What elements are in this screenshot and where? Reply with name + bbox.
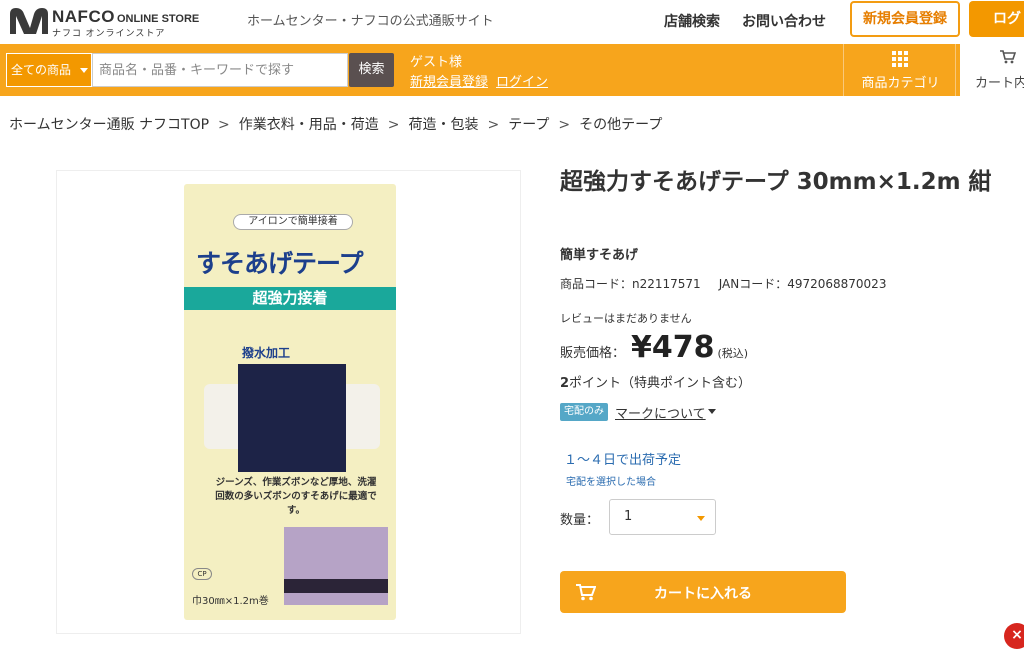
- mark-info-link[interactable]: マークについて: [615, 403, 706, 422]
- nafco-logo[interactable]: NAFCO ONLINE STORE ナフコ オンラインストア: [8, 4, 218, 40]
- pack-description: ジーンズ、作業ズボンなど厚地、洗濯回数の多いズボンのすそあげに最適です。: [215, 477, 377, 516]
- logo-nafco: NAFCO: [52, 7, 115, 26]
- quantity-value: 1: [624, 509, 633, 524]
- breadcrumb-item-tape[interactable]: テープ: [508, 117, 549, 133]
- breadcrumb-separator: >: [558, 117, 571, 133]
- shipping-note: 宅配を選択した場合: [566, 477, 656, 488]
- search-input[interactable]: [92, 53, 348, 87]
- register-button[interactable]: 新規会員登録: [850, 1, 960, 37]
- breadcrumb-item-packing[interactable]: 荷造・包装: [409, 117, 479, 133]
- price-row: 販売価格： ¥478 (税込): [560, 330, 748, 365]
- breadcrumb: ホームセンター通販 ナフコTOP > 作業衣料・用品・荷造 > 荷造・包装 > テープ > その…: [9, 114, 662, 134]
- breadcrumb-separator: >: [387, 117, 400, 133]
- grid-icon: [892, 51, 908, 67]
- contact-link[interactable]: お問い合わせ: [742, 11, 826, 31]
- category-select[interactable]: 全ての商品: [6, 53, 92, 87]
- pack-side-left: [204, 384, 238, 449]
- cart-label: カート内: [975, 76, 1024, 91]
- product-codes: 商品コード：n22117571 JANコード：4972068870023: [560, 275, 886, 292]
- search-form: 全ての商品 検索: [6, 53, 394, 87]
- logo-kana: ナフコ オンラインストア: [52, 28, 166, 38]
- breadcrumb-item-other-tape[interactable]: その他テープ: [579, 117, 662, 133]
- price-label: 販売価格：: [560, 346, 626, 361]
- chevron-down-icon[interactable]: [708, 409, 716, 414]
- shipping-estimate: １～４日で出荷予定: [564, 453, 682, 468]
- product-image[interactable]: アイロンで簡単接着 すそあげテープ 超強力接着 撥水加工 ジーンズ、作業ズボンな…: [56, 170, 521, 634]
- pack-title: すそあげテープ: [196, 249, 364, 278]
- points-number: 2: [560, 376, 570, 391]
- tape-swatch: [238, 364, 346, 472]
- search-button[interactable]: 検索: [349, 53, 394, 87]
- login-link[interactable]: ログイン: [496, 75, 548, 90]
- guest-links: 新規会員登録 ログイン: [410, 71, 556, 90]
- store-search-link[interactable]: 店舗検索: [664, 11, 720, 31]
- add-to-cart-button[interactable]: カートに入れる: [560, 571, 846, 613]
- price-value: ¥478: [631, 330, 715, 365]
- nafco-logo-icon: [10, 8, 48, 34]
- pack-photo: [284, 527, 388, 605]
- site-tagline: ホームセンター・ナフコの公式通販サイト: [247, 14, 494, 29]
- review-status: レビューはまだありません: [560, 312, 692, 325]
- logo-text: NAFCO ONLINE STORE ナフコ オンラインストア: [52, 7, 199, 39]
- category-menu-label: 商品カテゴリ: [861, 76, 940, 91]
- points-info: 2ポイント（特典ポイント含む）: [560, 372, 751, 391]
- logo-online: ONLINE STORE: [116, 13, 200, 25]
- pack-water-label: 撥水加工: [242, 346, 291, 360]
- jan-code: JANコード：4972068870023: [718, 277, 887, 291]
- product-title: 超強力すそあげテープ 30mm×1.2m 紺: [560, 169, 992, 195]
- pack-band: 超強力接着: [184, 287, 396, 310]
- product-subtitle: 簡単すそあげ: [560, 248, 639, 263]
- category-menu-button[interactable]: 商品カテゴリ: [843, 44, 956, 96]
- cart-button[interactable]: カート内: [960, 44, 1024, 96]
- chevron-down-icon: [80, 68, 88, 73]
- pack-top-label: アイロンで簡単接着: [233, 214, 353, 230]
- pack-photo-strip: [284, 579, 388, 593]
- chevron-down-icon: [697, 516, 705, 521]
- breadcrumb-item-top[interactable]: ホームセンター通販 ナフコTOP: [9, 117, 209, 133]
- quantity-select[interactable]: 1: [609, 499, 716, 535]
- breadcrumb-separator: >: [218, 117, 230, 133]
- price-tax: (税込): [717, 347, 749, 360]
- cart-icon: [1000, 50, 1016, 64]
- points-text: ポイント（特典ポイント含む）: [569, 376, 752, 391]
- breadcrumb-item-workwear[interactable]: 作業衣料・用品・荷造: [239, 117, 379, 133]
- quantity-label: 数量：: [560, 513, 600, 528]
- delivery-only-badge: 宅配のみ: [560, 403, 608, 421]
- guest-label: ゲスト様: [410, 55, 463, 70]
- breadcrumb-separator: >: [487, 117, 500, 133]
- product-package-photo: アイロンで簡単接着 すそあげテープ 超強力接着 撥水加工 ジーンズ、作業ズボンな…: [184, 184, 396, 620]
- pack-size: 巾30㎜×1.2m巻: [192, 596, 269, 607]
- login-button[interactable]: ログ: [969, 1, 1024, 37]
- category-select-label: 全ての商品: [11, 63, 72, 77]
- product-code: 商品コード：n22117571: [560, 277, 701, 291]
- pack-logo: CP: [192, 568, 212, 580]
- close-icon[interactable]: ×: [1004, 623, 1024, 649]
- top-header: NAFCO ONLINE STORE ナフコ オンラインストア ホームセンター・ナ…: [0, 0, 1024, 44]
- search-bar: 全ての商品 検索 ゲスト様 新規会員登録ログイン 商品カテゴリ カート内: [0, 44, 1024, 96]
- add-to-cart-label: カートに入れる: [654, 586, 752, 602]
- register-link[interactable]: 新規会員登録: [410, 75, 488, 90]
- pack-side-right: [346, 384, 380, 449]
